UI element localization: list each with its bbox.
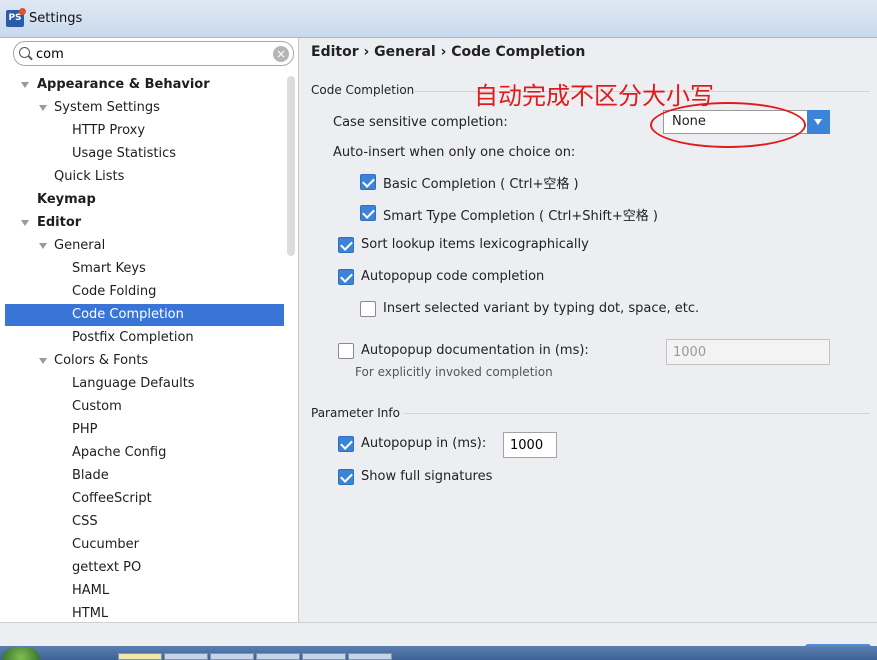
red-highlight-ellipse — [650, 102, 806, 148]
taskbar-button[interactable] — [302, 653, 346, 660]
tree-item-label: General — [54, 238, 106, 253]
basic-completion-checkbox[interactable] — [360, 174, 376, 190]
tree-item-php[interactable]: PHP — [0, 419, 285, 441]
tree-item-label: gettext PO — [72, 560, 142, 575]
tree-item-system-settings[interactable]: System Settings — [0, 97, 285, 119]
autopopup-completion-label: Autopopup code completion — [361, 269, 545, 284]
smart-type-completion-label: Smart Type Completion ( Ctrl+Shift+空格 ) — [383, 209, 658, 224]
settings-panel: Editor › General › Code Completion Code … — [300, 38, 877, 622]
tree-item-label: Code Completion — [72, 307, 184, 322]
parameter-autopopup-label: Autopopup in (ms): — [361, 436, 487, 451]
window-title: Settings — [29, 11, 83, 26]
tree-item-label: Code Folding — [72, 284, 157, 299]
tree-item-label: Usage Statistics — [72, 146, 177, 161]
section-divider — [404, 413, 870, 414]
tree-item-blade[interactable]: Blade — [0, 465, 285, 487]
settings-sidebar: × Appearance & Behavior System Settings HT… — [0, 38, 299, 622]
tree-item-keymap[interactable]: Keymap — [0, 189, 285, 211]
tree-item-label: Smart Keys — [72, 261, 146, 276]
red-annotation-text: 自动完成不区分大小写 — [474, 82, 714, 110]
code-completion-section-title: Code Completion — [311, 83, 415, 97]
tree-item-label: Colors & Fonts — [54, 353, 149, 368]
insert-selected-variant-checkbox[interactable] — [360, 301, 376, 317]
tree-item-label: Quick Lists — [54, 169, 125, 184]
case-sensitive-label: Case sensitive completion: — [333, 115, 508, 130]
tree-item-css[interactable]: CSS — [0, 511, 285, 533]
tree-item-smart-keys[interactable]: Smart Keys — [0, 258, 285, 280]
clear-search-icon[interactable]: × — [273, 46, 289, 62]
tree-item-label: Custom — [72, 399, 122, 414]
expand-arrow-icon[interactable] — [21, 82, 29, 88]
parameter-info-section-title: Parameter Info — [311, 406, 400, 420]
show-full-signatures-label: Show full signatures — [361, 469, 493, 484]
tree-item-editor[interactable]: Editor — [0, 212, 285, 234]
tree-item-usage-statistics[interactable]: Usage Statistics — [0, 143, 285, 165]
search-box[interactable]: × — [13, 41, 294, 66]
tree-item-colors-fonts[interactable]: Colors & Fonts — [0, 350, 285, 372]
insert-selected-variant-label: Insert selected variant by typing dot, s… — [383, 301, 700, 316]
taskbar-button[interactable] — [210, 653, 254, 660]
tree-item-label: System Settings — [54, 100, 160, 115]
tree-item-label: Appearance & Behavior — [37, 77, 210, 92]
breadcrumb: Editor › General › Code Completion — [311, 44, 586, 60]
tree-item-custom[interactable]: Custom — [0, 396, 285, 418]
tree-item-label: CSS — [72, 514, 98, 529]
tree-item-label: Postfix Completion — [72, 330, 194, 345]
expand-arrow-icon[interactable] — [21, 220, 29, 226]
autopopup-completion-checkbox[interactable] — [338, 269, 354, 285]
tree-item-apache-config[interactable]: Apache Config — [0, 442, 285, 464]
tree-item-label: PHP — [72, 422, 98, 437]
basic-completion-label: Basic Completion ( Ctrl+空格 ) — [383, 177, 579, 192]
sort-lookup-label: Sort lookup items lexicographically — [361, 237, 589, 252]
tree-item-label: Cucumber — [72, 537, 139, 552]
chevron-down-icon[interactable] — [807, 110, 830, 134]
tree-item-label: Keymap — [37, 192, 96, 207]
expand-arrow-icon[interactable] — [39, 243, 47, 249]
show-full-signatures-checkbox[interactable] — [338, 469, 354, 485]
search-input[interactable] — [36, 45, 266, 63]
tree-item-cucumber[interactable]: Cucumber — [0, 534, 285, 556]
sidebar-scrollbar[interactable] — [287, 76, 295, 256]
parameter-autopopup-checkbox[interactable] — [338, 436, 354, 452]
taskbar-button[interactable] — [118, 653, 162, 660]
autopopup-documentation-checkbox[interactable] — [338, 343, 354, 359]
taskbar-button[interactable] — [256, 653, 300, 660]
documentation-note: For explicitly invoked completion — [355, 365, 553, 379]
dialog-button-bar — [0, 622, 877, 646]
search-icon — [19, 47, 30, 58]
tree-item-code-completion[interactable]: Code Completion — [5, 304, 284, 326]
tree-item-label: Blade — [72, 468, 109, 483]
tree-item-haml[interactable]: HAML — [0, 580, 285, 602]
phpstorm-icon: PS — [6, 8, 26, 27]
title-bar: PS Settings — [0, 0, 877, 38]
taskbar-button[interactable] — [164, 653, 208, 660]
tree-item-label: Language Defaults — [72, 376, 195, 391]
sort-lookup-checkbox[interactable] — [338, 237, 354, 253]
tree-item-label: HAML — [72, 583, 110, 598]
tree-item-appearance-behavior[interactable]: Appearance & Behavior — [0, 74, 285, 96]
smart-type-completion-checkbox[interactable] — [360, 205, 376, 221]
parameter-autopopup-delay-field[interactable] — [503, 432, 557, 458]
tree-item-quick-lists[interactable]: Quick Lists — [0, 166, 285, 188]
autopopup-documentation-label: Autopopup documentation in (ms): — [361, 343, 589, 358]
autopopup-documentation-delay-field[interactable] — [666, 339, 830, 365]
tree-item-postfix-completion[interactable]: Postfix Completion — [0, 327, 285, 349]
tree-item-general[interactable]: General — [0, 235, 285, 257]
tree-item-label: HTTP Proxy — [72, 123, 146, 138]
tree-item-language-defaults[interactable]: Language Defaults — [0, 373, 285, 395]
tree-item-http-proxy[interactable]: HTTP Proxy — [0, 120, 285, 142]
start-button[interactable] — [2, 647, 40, 660]
tree-item-label: Apache Config — [72, 445, 167, 460]
tree-item-coffeescript[interactable]: CoffeeScript — [0, 488, 285, 510]
auto-insert-label: Auto-insert when only one choice on: — [333, 145, 576, 160]
tree-item-code-folding[interactable]: Code Folding — [0, 281, 285, 303]
tree-item-label: Editor — [37, 215, 82, 230]
taskbar-button[interactable] — [348, 653, 392, 660]
tree-item-gettext-po[interactable]: gettext PO — [0, 557, 285, 579]
expand-arrow-icon[interactable] — [39, 358, 47, 364]
expand-arrow-icon[interactable] — [39, 105, 47, 111]
tree-item-label: CoffeeScript — [72, 491, 152, 506]
